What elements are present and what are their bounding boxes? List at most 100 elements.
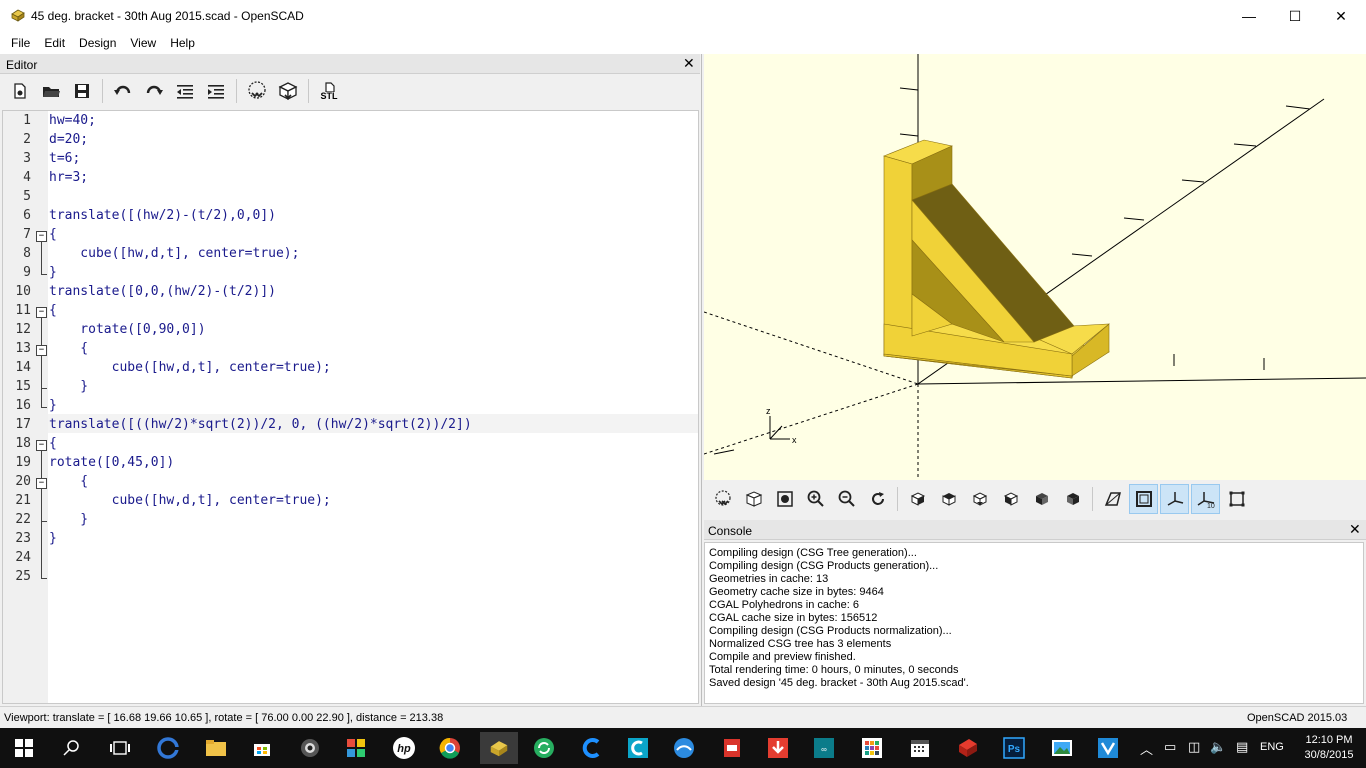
arduino-app-icon[interactable]: ∞ — [808, 732, 840, 764]
photos-app-icon[interactable] — [1046, 732, 1078, 764]
open-file-icon[interactable] — [37, 77, 65, 105]
file-explorer-icon[interactable] — [200, 732, 232, 764]
code-editor[interactable]: 1 2 3 4 5 6 7 8 9 10 11 12 13 14 15 16 17 18 19 20 21 22 23 24 2… — [2, 110, 699, 704]
view-bottom-icon[interactable] — [965, 484, 994, 514]
console-line: Total rendering time: 0 hours, 0 minutes… — [709, 664, 959, 676]
openscad-taskbar-icon[interactable] — [480, 732, 518, 764]
view-toolbar: 10 — [704, 480, 1366, 518]
view-left-icon[interactable] — [996, 484, 1025, 514]
store-icon[interactable] — [246, 732, 278, 764]
code-line: d=20; — [49, 132, 89, 147]
console-output[interactable]: Compiling design (CSG Tree generation)..… — [704, 542, 1364, 704]
close-window-button[interactable]: ✕ — [1318, 0, 1364, 32]
menu-view[interactable]: View — [123, 32, 163, 54]
action-center-icon[interactable]: ▤ — [1236, 739, 1248, 755]
fold-toggle-icon[interactable]: − — [36, 231, 47, 242]
fold-toggle-icon[interactable]: − — [36, 345, 47, 356]
perspective-icon[interactable] — [1098, 484, 1127, 514]
network-icon[interactable]: ◫ — [1188, 739, 1200, 755]
task-view-icon[interactable] — [104, 732, 136, 764]
chrome-icon[interactable] — [434, 732, 466, 764]
tray-expand-icon[interactable]: ︿ — [1140, 739, 1153, 758]
console-line: CGAL Polyhedrons in cache: 6 — [709, 599, 860, 611]
fold-guide — [41, 356, 42, 388]
show-scale-markers-icon[interactable]: 10 — [1191, 484, 1220, 514]
indent-icon[interactable] — [202, 77, 230, 105]
fold-toggle-icon[interactable]: − — [36, 440, 47, 451]
c-cyan-app-icon[interactable] — [622, 732, 654, 764]
line-number: 19 — [15, 455, 31, 470]
toolbar-separator — [236, 79, 237, 103]
menu-edit[interactable]: Edit — [37, 32, 72, 54]
orthogonal-icon[interactable] — [1129, 484, 1158, 514]
app-eye-icon[interactable] — [294, 732, 326, 764]
toolbar-separator — [308, 79, 309, 103]
sync-app-icon[interactable] — [528, 732, 560, 764]
render-icon[interactable] — [274, 77, 302, 105]
hp-icon[interactable]: hp — [388, 732, 420, 764]
editor-close-button[interactable]: ✕ — [683, 55, 695, 72]
toolbar-separator — [1092, 487, 1093, 511]
new-file-icon[interactable] — [6, 77, 34, 105]
language-indicator[interactable]: ENG — [1260, 741, 1284, 753]
line-number: 22 — [15, 512, 31, 527]
battery-icon[interactable]: ▭ — [1164, 739, 1176, 755]
code-line: hw=40; — [49, 113, 96, 128]
preview-icon[interactable] — [708, 484, 737, 514]
minimize-button[interactable]: — — [1226, 0, 1272, 32]
v-app-icon[interactable] — [1092, 732, 1124, 764]
view-back-icon[interactable] — [1058, 484, 1087, 514]
show-edges-icon[interactable] — [1222, 484, 1251, 514]
cloud-app-icon[interactable] — [668, 732, 700, 764]
editor-panel: Editor ✕ STL 1 2 3 4 5 6 7 8 9 10 11 12 … — [0, 54, 702, 706]
3d-viewport[interactable]: x z — [704, 54, 1366, 480]
fold-guide — [41, 242, 42, 274]
sketchup-icon[interactable] — [952, 732, 984, 764]
paint-app-icon[interactable] — [340, 732, 372, 764]
c-app-icon[interactable] — [576, 732, 608, 764]
maximize-button[interactable]: ☐ — [1272, 0, 1318, 32]
code-line: hr=3; — [49, 170, 89, 185]
console-line: CGAL cache size in bytes: 156512 — [709, 612, 878, 624]
save-icon[interactable] — [68, 77, 96, 105]
menu-file[interactable]: File — [4, 32, 37, 54]
start-windows-icon[interactable] — [8, 732, 40, 764]
reset-view-icon[interactable] — [863, 484, 892, 514]
export-stl-icon[interactable]: STL — [315, 77, 343, 105]
console-close-button[interactable]: ✕ — [1349, 521, 1361, 538]
menu-design[interactable]: Design — [72, 32, 123, 54]
unindent-icon[interactable] — [171, 77, 199, 105]
line-number: 10 — [15, 284, 31, 299]
show-axes-icon[interactable] — [1160, 484, 1189, 514]
code-line: translate([((hw/2)*sqrt(2))/2, 0, ((hw/2… — [49, 417, 472, 432]
search-icon[interactable] — [56, 732, 88, 764]
calendar-app-icon[interactable] — [904, 732, 936, 764]
zoom-in-icon[interactable] — [801, 484, 830, 514]
fold-guide-end — [41, 407, 47, 408]
menu-help[interactable]: Help — [163, 32, 202, 54]
svg-text:10: 10 — [1207, 503, 1215, 509]
openscad-app-icon — [11, 9, 25, 22]
view-all-icon[interactable] — [770, 484, 799, 514]
clock[interactable]: 12:10 PM 30/8/2015 — [1300, 733, 1358, 763]
photoshop-icon[interactable]: Ps — [998, 732, 1030, 764]
zoom-out-icon[interactable] — [832, 484, 861, 514]
line-number: 7 — [23, 227, 31, 242]
preview-icon[interactable] — [243, 77, 271, 105]
console-line: Geometry cache size in bytes: 9464 — [709, 586, 884, 598]
grid-app-icon[interactable] — [856, 732, 888, 764]
code-line: rotate([0,90,0]) — [49, 322, 206, 337]
fold-toggle-icon[interactable]: − — [36, 307, 47, 318]
view-top-icon[interactable] — [934, 484, 963, 514]
pdf-app-icon[interactable] — [716, 732, 748, 764]
view-right-icon[interactable] — [903, 484, 932, 514]
download-app-icon[interactable] — [762, 732, 794, 764]
undo-icon[interactable] — [109, 77, 137, 105]
view-front-icon[interactable] — [1027, 484, 1056, 514]
render-icon[interactable] — [739, 484, 768, 514]
volume-icon[interactable]: 🔈 — [1210, 739, 1226, 755]
edge-browser-icon[interactable] — [152, 732, 184, 764]
fold-toggle-icon[interactable]: − — [36, 478, 47, 489]
redo-icon[interactable] — [140, 77, 168, 105]
line-number: 25 — [15, 569, 31, 584]
